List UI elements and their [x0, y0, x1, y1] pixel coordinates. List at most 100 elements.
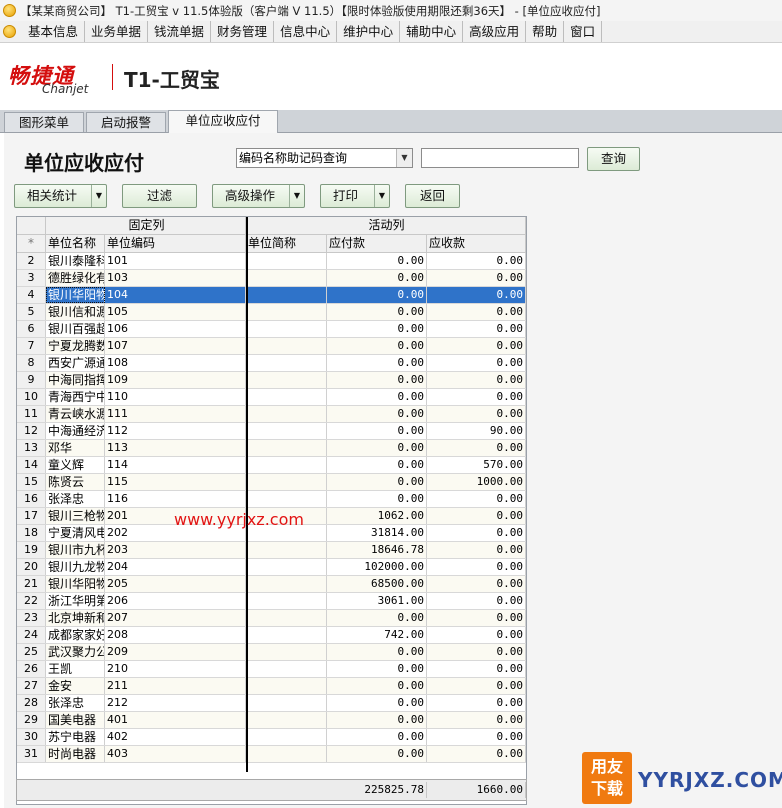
cell-receivable[interactable]: 0.00 — [427, 559, 526, 575]
menu-help[interactable]: 帮助 — [526, 21, 565, 42]
cell-unit-code[interactable]: 205 — [105, 576, 246, 592]
cell-unit-code[interactable]: 401 — [105, 712, 246, 728]
query-button[interactable]: 查询 — [587, 147, 640, 171]
table-row[interactable]: 19 银川市九杯 203 18646.78 0.00 — [17, 542, 526, 559]
cell-unit-abbr[interactable] — [246, 321, 327, 337]
col-header-payable[interactable]: 应付款 — [327, 235, 427, 252]
table-row[interactable]: 2 银川泰隆科 101 0.00 0.00 — [17, 253, 526, 270]
cell-unit-abbr[interactable] — [246, 593, 327, 609]
cell-unit-name[interactable]: 王凯 — [46, 661, 105, 677]
chevron-down-icon[interactable]: ▼ — [374, 185, 389, 207]
cell-unit-name[interactable]: 银川百强超 — [46, 321, 105, 337]
cell-unit-name[interactable]: 成都家家好 — [46, 627, 105, 643]
table-row[interactable]: 26 王凯 210 0.00 0.00 — [17, 661, 526, 678]
cell-payable[interactable]: 0.00 — [327, 338, 427, 354]
cell-receivable[interactable]: 0.00 — [427, 729, 526, 745]
tab-graphic-menu[interactable]: 图形菜单 — [4, 112, 84, 132]
filter-button[interactable]: 过滤 — [122, 184, 197, 208]
cell-receivable[interactable]: 0.00 — [427, 389, 526, 405]
cell-unit-name[interactable]: 金安 — [46, 678, 105, 694]
cell-receivable[interactable]: 0.00 — [427, 406, 526, 422]
cell-unit-name[interactable]: 银川泰隆科 — [46, 253, 105, 269]
cell-payable[interactable]: 102000.00 — [327, 559, 427, 575]
cell-receivable[interactable]: 570.00 — [427, 457, 526, 473]
related-stats-button[interactable]: 相关统计 ▼ — [14, 184, 107, 208]
cell-payable[interactable]: 0.00 — [327, 321, 427, 337]
cell-unit-abbr[interactable] — [246, 661, 327, 677]
table-row[interactable]: 3 德胜绿化有 103 0.00 0.00 — [17, 270, 526, 287]
cell-unit-name[interactable]: 银川华阳物 — [46, 576, 105, 592]
col-header-code[interactable]: 单位编码 — [105, 235, 246, 252]
table-row[interactable]: 20 银川九龙物 204 102000.00 0.00 — [17, 559, 526, 576]
cell-unit-abbr[interactable] — [246, 542, 327, 558]
cell-payable[interactable]: 0.00 — [327, 661, 427, 677]
cell-unit-abbr[interactable] — [246, 644, 327, 660]
cell-unit-abbr[interactable] — [246, 457, 327, 473]
cell-receivable[interactable]: 0.00 — [427, 593, 526, 609]
table-row[interactable]: 28 张泽忠 212 0.00 0.00 — [17, 695, 526, 712]
print-button[interactable]: 打印 ▼ — [320, 184, 390, 208]
cell-payable[interactable]: 0.00 — [327, 610, 427, 626]
table-row[interactable]: 16 张泽忠 116 0.00 0.00 — [17, 491, 526, 508]
cell-unit-name[interactable]: 邓华 — [46, 440, 105, 456]
tab-receivables-payables[interactable]: 单位应收应付 — [168, 110, 278, 133]
table-row[interactable]: 10 青海西宁中 110 0.00 0.00 — [17, 389, 526, 406]
cell-payable[interactable]: 68500.00 — [327, 576, 427, 592]
cell-unit-name[interactable]: 苏宁电器 — [46, 729, 105, 745]
cell-unit-name[interactable]: 北京坤新和 — [46, 610, 105, 626]
menu-info-center[interactable]: 信息中心 — [274, 21, 338, 42]
cell-unit-code[interactable]: 206 — [105, 593, 246, 609]
cell-receivable[interactable]: 0.00 — [427, 678, 526, 694]
cell-unit-code[interactable]: 203 — [105, 542, 246, 558]
cell-receivable[interactable]: 90.00 — [427, 423, 526, 439]
cell-unit-name[interactable]: 宁夏龙腾数 — [46, 338, 105, 354]
cell-unit-code[interactable]: 114 — [105, 457, 246, 473]
cell-unit-abbr[interactable] — [246, 491, 327, 507]
cell-payable[interactable]: 18646.78 — [327, 542, 427, 558]
cell-unit-abbr[interactable] — [246, 355, 327, 371]
cell-payable[interactable]: 742.00 — [327, 627, 427, 643]
cell-unit-abbr[interactable] — [246, 304, 327, 320]
search-input[interactable] — [421, 148, 579, 168]
cell-payable[interactable]: 31814.00 — [327, 525, 427, 541]
table-row[interactable]: 11 青云峡水源 111 0.00 0.00 — [17, 406, 526, 423]
col-header-receivable[interactable]: 应收款 — [427, 235, 526, 252]
cell-receivable[interactable]: 0.00 — [427, 576, 526, 592]
cell-receivable[interactable]: 0.00 — [427, 304, 526, 320]
cell-receivable[interactable]: 0.00 — [427, 542, 526, 558]
menu-basic-info[interactable]: 基本信息 — [22, 21, 86, 42]
cell-unit-code[interactable]: 115 — [105, 474, 246, 490]
cell-receivable[interactable]: 0.00 — [427, 321, 526, 337]
menu-business-docs[interactable]: 业务单据 — [85, 21, 149, 42]
cell-unit-name[interactable]: 国美电器 — [46, 712, 105, 728]
cell-unit-name[interactable]: 青云峡水源 — [46, 406, 105, 422]
table-row[interactable]: 23 北京坤新和 207 0.00 0.00 — [17, 610, 526, 627]
cell-unit-abbr[interactable] — [246, 287, 327, 303]
system-menu-icon[interactable] — [3, 25, 16, 38]
table-row[interactable]: 4 银川华阳物 104 0.00 0.00 — [17, 287, 526, 304]
cell-unit-name[interactable]: 银川九龙物 — [46, 559, 105, 575]
table-row[interactable]: 14 童义辉 114 0.00 570.00 — [17, 457, 526, 474]
cell-unit-name[interactable]: 西安广源通 — [46, 355, 105, 371]
table-row[interactable]: 7 宁夏龙腾数 107 0.00 0.00 — [17, 338, 526, 355]
cell-unit-abbr[interactable] — [246, 440, 327, 456]
cell-payable[interactable]: 0.00 — [327, 406, 427, 422]
cell-unit-name[interactable]: 宁夏清风电 — [46, 525, 105, 541]
advanced-ops-button[interactable]: 高级操作 ▼ — [212, 184, 305, 208]
cell-payable[interactable]: 0.00 — [327, 423, 427, 439]
cell-unit-code[interactable]: 403 — [105, 746, 246, 762]
cell-unit-name[interactable]: 中海同指挥 — [46, 372, 105, 388]
cell-unit-name[interactable]: 张泽忠 — [46, 491, 105, 507]
cell-unit-abbr[interactable] — [246, 695, 327, 711]
cell-unit-abbr[interactable] — [246, 746, 327, 762]
cell-unit-code[interactable]: 107 — [105, 338, 246, 354]
cell-payable[interactable]: 0.00 — [327, 389, 427, 405]
cell-receivable[interactable]: 0.00 — [427, 610, 526, 626]
menu-advanced[interactable]: 高级应用 — [463, 21, 527, 42]
menu-window[interactable]: 窗口 — [564, 21, 603, 42]
table-row[interactable]: 6 银川百强超 106 0.00 0.00 — [17, 321, 526, 338]
back-button[interactable]: 返回 — [405, 184, 460, 208]
table-row[interactable]: 22 浙江华明第 206 3061.00 0.00 — [17, 593, 526, 610]
cell-receivable[interactable]: 0.00 — [427, 525, 526, 541]
menu-maintenance[interactable]: 维护中心 — [337, 21, 401, 42]
